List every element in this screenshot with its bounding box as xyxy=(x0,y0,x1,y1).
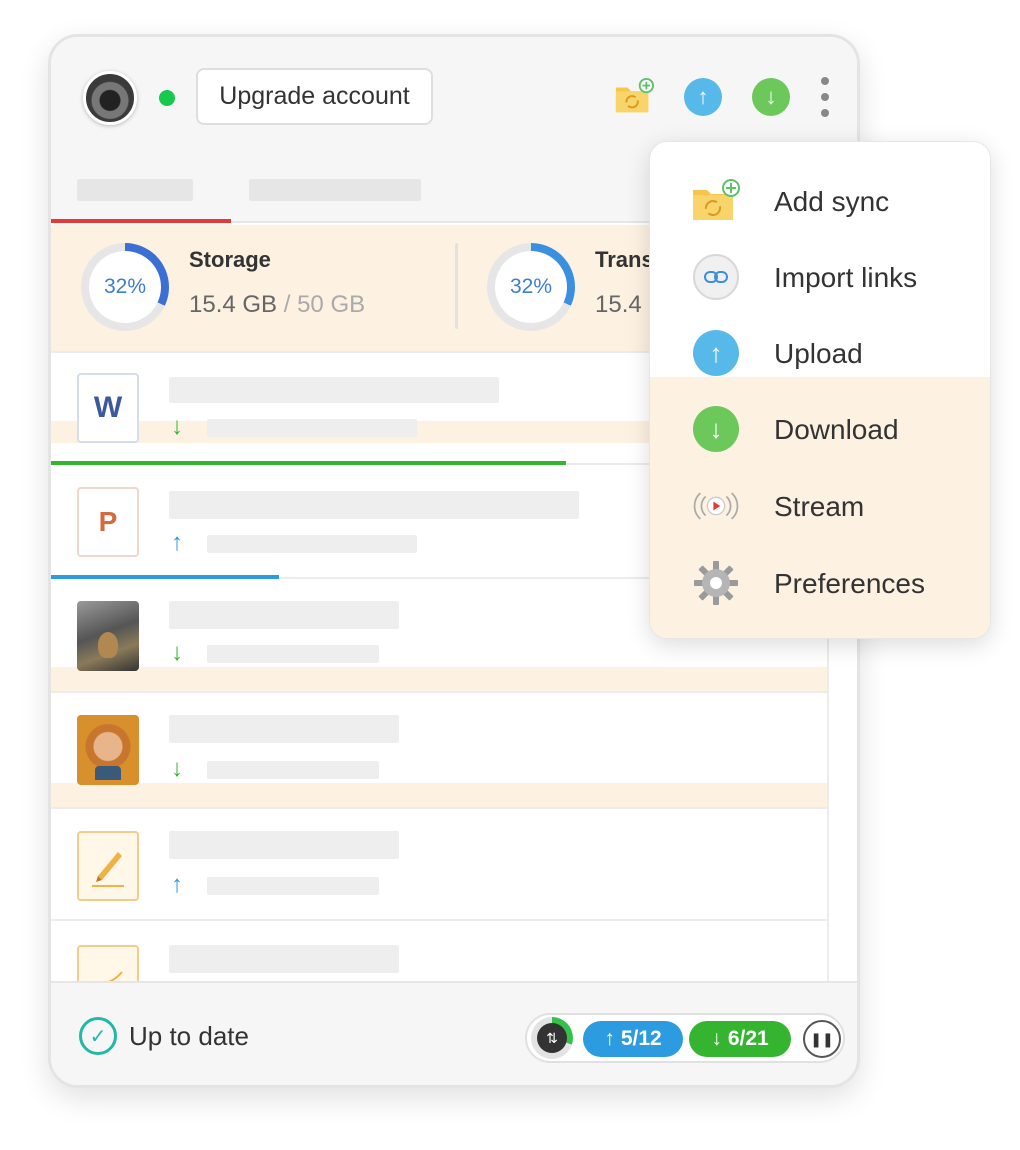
status-bar: ✓ Up to date ⇅ ↑ 5/12 ↓ 6/21 ❚❚ xyxy=(51,981,857,1085)
row-highlight xyxy=(51,783,827,807)
powerpoint-file-icon: P xyxy=(77,487,139,557)
menu-item-add-sync[interactable]: Add sync xyxy=(650,165,990,237)
transfer-row-document[interactable]: ↑ xyxy=(51,809,827,921)
file-meta-placeholder xyxy=(207,761,379,779)
usage-divider xyxy=(455,243,458,329)
upload-badge-arrow-icon: ↑ xyxy=(604,1027,615,1050)
file-meta-placeholder xyxy=(207,535,417,553)
transfer-status-pill: ⇅ ↑ 5/12 ↓ 6/21 ❚❚ xyxy=(525,1013,845,1063)
file-name-placeholder xyxy=(169,491,579,519)
file-name-placeholder xyxy=(169,831,399,859)
menu-item-stream[interactable]: Stream xyxy=(650,470,990,542)
downloads-badge[interactable]: ↓ 6/21 xyxy=(689,1021,791,1057)
transfer-progress-ring: 32% xyxy=(487,243,575,331)
word-file-icon: W xyxy=(77,373,139,443)
tab-2[interactable] xyxy=(249,179,421,201)
transfer-row-photo[interactable]: ↓ xyxy=(51,693,827,809)
storage-percent: 32% xyxy=(89,251,161,323)
upload-icon[interactable]: ↑ xyxy=(683,77,723,117)
download-arrow-icon: ↓ xyxy=(171,639,183,666)
menu-item-label: Preferences xyxy=(774,568,925,599)
menu-item-download[interactable]: ↓ Download xyxy=(650,393,990,465)
menu-item-upload[interactable]: ↑ Upload xyxy=(650,317,990,389)
downloads-count: 6/21 xyxy=(727,1027,769,1050)
file-name-placeholder xyxy=(169,377,499,403)
menu-item-label: Import links xyxy=(774,262,918,293)
file-meta-placeholder xyxy=(207,877,379,895)
download-icon: ↓ xyxy=(690,405,742,453)
sync-activity-icon[interactable]: ⇅ xyxy=(531,1017,573,1059)
menu-item-preferences[interactable]: Preferences xyxy=(650,547,990,619)
tab-1[interactable] xyxy=(77,179,193,201)
avatar[interactable] xyxy=(83,71,137,125)
row-highlight xyxy=(51,667,827,691)
transfer-row-document[interactable] xyxy=(51,921,827,981)
photo-thumbnail xyxy=(77,601,139,671)
uploads-badge[interactable]: ↑ 5/12 xyxy=(583,1021,683,1057)
menu-item-label: Upload xyxy=(774,338,863,369)
upgrade-account-button[interactable]: Upgrade account xyxy=(196,68,433,125)
download-badge-arrow-icon: ↓ xyxy=(711,1027,722,1050)
storage-progress-ring: 32% xyxy=(81,243,169,331)
add-sync-folder-icon[interactable] xyxy=(614,77,654,117)
transfer-used: 15.4 xyxy=(595,291,642,318)
storage-used: 15.4 GB xyxy=(189,291,278,318)
file-name-placeholder xyxy=(169,601,399,629)
stream-icon xyxy=(690,482,742,530)
file-name-placeholder xyxy=(169,945,399,973)
download-icon[interactable]: ↓ xyxy=(751,77,791,117)
transfer-percent: 32% xyxy=(495,251,567,323)
uploads-count: 5/12 xyxy=(620,1027,662,1050)
menu-item-label: Add sync xyxy=(774,186,890,217)
menu-item-label: Stream xyxy=(774,491,865,522)
file-name-placeholder xyxy=(169,715,399,743)
transfer-title: Trans xyxy=(595,247,654,272)
link-icon xyxy=(690,253,742,301)
download-arrow-icon: ↓ xyxy=(171,755,183,782)
actions-menu: Add sync Import links ↑ Upload ↓ Downloa… xyxy=(649,141,991,639)
file-meta-placeholder xyxy=(207,645,379,663)
more-icon[interactable] xyxy=(819,77,831,117)
active-tab-underline xyxy=(51,219,231,223)
file-meta-placeholder xyxy=(207,419,417,437)
download-arrow-icon: ↓ xyxy=(171,413,183,440)
menu-item-label: Download xyxy=(774,414,899,445)
photo-thumbnail xyxy=(77,715,139,785)
powerpoint-letter: P xyxy=(98,506,118,537)
upload-arrow-icon: ↑ xyxy=(171,871,183,898)
storage-separator: / xyxy=(277,291,298,318)
document-file-icon xyxy=(77,945,139,981)
storage-total: 50 GB xyxy=(297,291,366,318)
add-sync-folder-icon xyxy=(690,177,742,225)
gear-icon xyxy=(690,559,742,607)
sync-status-text: Up to date xyxy=(129,1021,249,1051)
upload-arrow-icon: ↑ xyxy=(171,529,183,556)
upload-icon: ↑ xyxy=(690,329,742,377)
check-circle-icon: ✓ xyxy=(79,1017,117,1055)
storage-title: Storage xyxy=(189,247,271,272)
document-file-icon xyxy=(77,831,139,901)
storage-value: 15.4 GB / 50 GB xyxy=(189,291,365,319)
pause-icon[interactable]: ❚❚ xyxy=(803,1020,841,1058)
menu-item-import-links[interactable]: Import links xyxy=(650,241,990,313)
word-letter: W xyxy=(93,391,123,424)
online-status-indicator xyxy=(159,90,175,106)
